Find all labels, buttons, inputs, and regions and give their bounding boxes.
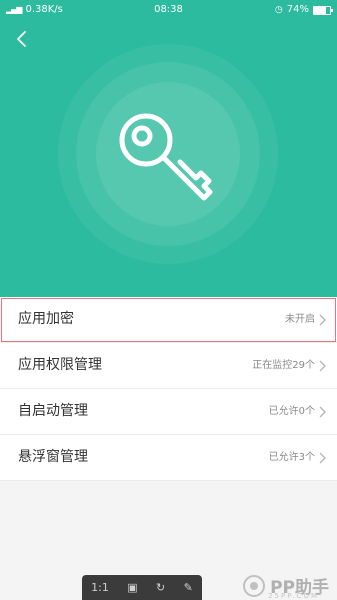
row-value: 未开启 — [285, 314, 315, 325]
autostart-row[interactable]: 自启动管理 已允许0个 — [0, 389, 337, 435]
row-label: 自启动管理 — [18, 403, 88, 419]
back-arrow-icon — [17, 31, 26, 47]
viewer-toolbar: 1:1 ▣ ↻ ✎ — [82, 575, 202, 600]
pp-logo — [243, 574, 266, 597]
back-button[interactable] — [10, 26, 36, 52]
battery-percent: 74% — [286, 4, 309, 15]
chevron-right-icon — [319, 360, 326, 372]
settings-list: 应用加密 未开启 应用权限管理 正在监控29个 自启动管理 已允许0个 悬浮窗管… — [0, 297, 337, 481]
app-permission-row[interactable]: 应用权限管理 正在监控29个 — [0, 343, 337, 389]
app-encryption-row[interactable]: 应用加密 未开启 — [0, 297, 337, 343]
key-icon — [119, 113, 213, 201]
row-label: 悬浮窗管理 — [18, 449, 88, 465]
row-label: 应用加密 — [18, 311, 74, 327]
status-right: ◷ 74% — [274, 0, 333, 20]
row-value: 已允许0个 — [268, 406, 315, 417]
chevron-right-icon — [319, 452, 326, 464]
battery-icon — [313, 5, 333, 15]
row-value: 正在监控29个 — [252, 360, 315, 371]
row-value: 已允许3个 — [268, 452, 315, 463]
floating-window-row[interactable]: 悬浮窗管理 已允许3个 — [0, 435, 337, 481]
row-label: 应用权限管理 — [18, 357, 102, 373]
watermark: PP助手 25PP.COM — [242, 573, 329, 600]
chevron-right-icon — [319, 314, 326, 326]
edit-icon[interactable]: ✎ — [184, 581, 193, 594]
alarm-icon: ◷ — [274, 5, 283, 15]
rotate-icon[interactable]: ↻ — [156, 581, 165, 594]
fit-screen-icon[interactable]: ▣ — [127, 581, 137, 594]
security-header: ▂▄▆ 0.38K/s 08:38 ◷ 74% — [0, 0, 337, 297]
chevron-right-icon — [319, 406, 326, 418]
zoom-actual-button[interactable]: 1:1 — [91, 581, 109, 594]
status-bar: ▂▄▆ 0.38K/s 08:38 ◷ 74% — [0, 0, 337, 20]
watermark-sub: 25PP.COM — [268, 592, 319, 600]
